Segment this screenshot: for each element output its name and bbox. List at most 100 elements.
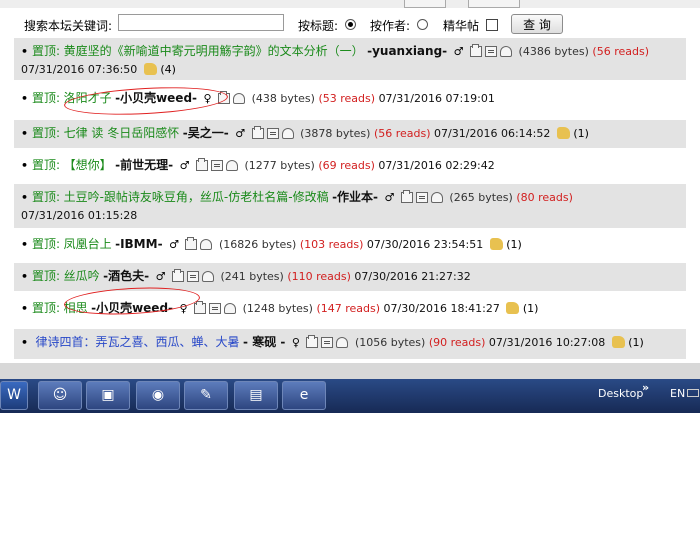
topic-author[interactable]: -吴之一- [183, 126, 229, 140]
topic-row: • 置顶: 黄庭坚的《新喻道中寄元明用觞字韵》的文本分析（一） -yuanxian… [14, 38, 686, 80]
like-count: (1) [506, 238, 522, 251]
topic-author[interactable]: -小贝壳weed- [115, 91, 197, 105]
folder-icon[interactable] [218, 91, 231, 104]
topic-row: • 置顶: 相思 -小贝壳weed- ♀ (1248 bytes) (147 re… [14, 295, 686, 325]
topic-row: • 置顶: 土豆吟-跟帖诗友咏豆角，丝瓜-仿老杜名篇-修改稿 -作业本- ♂ (2… [14, 184, 686, 228]
user-icon[interactable] [336, 337, 349, 348]
topic-date: 07/31/2016 07:19:01 [378, 92, 495, 105]
thumbs-up-icon[interactable] [556, 127, 570, 139]
gender-icon: ♂ [384, 191, 395, 204]
user-icon[interactable] [281, 128, 294, 139]
folder-icon[interactable] [251, 126, 264, 139]
user-icon[interactable] [224, 303, 237, 314]
document-icon[interactable] [415, 192, 428, 203]
folder-icon[interactable] [400, 190, 413, 203]
topic-author[interactable]: -作业本- [332, 190, 378, 204]
document-icon[interactable] [186, 271, 199, 282]
folder-icon[interactable] [195, 158, 208, 171]
desktop-toolbar-label[interactable]: Desktop [598, 387, 643, 400]
topic-reads: (69 reads) [318, 159, 375, 172]
by-author-radio[interactable] [417, 19, 428, 30]
topic-row: • 置顶: 凤凰台上 -IBMM- ♂ (16826 bytes) (103 re… [14, 231, 686, 259]
messenger-icon[interactable]: ☺ [38, 381, 82, 410]
keyboard-icon[interactable] [687, 389, 699, 397]
folder-icon[interactable] [185, 237, 198, 250]
topic-bytes: (3878 bytes) [300, 127, 371, 140]
topic-reads: (90 reads) [428, 336, 486, 349]
document-icon[interactable] [485, 46, 498, 57]
thumbs-up-icon[interactable] [506, 302, 520, 314]
topic-reads: (53 reads) [318, 92, 376, 105]
user-icon[interactable] [233, 93, 246, 104]
chevron-right-icon[interactable]: » [642, 381, 649, 394]
document-icon[interactable] [210, 160, 223, 171]
topic-title[interactable]: 七律 读 冬日岳阳感怀 [64, 126, 180, 140]
topic-reads: (56 reads) [592, 45, 650, 58]
topic-title[interactable]: 凤凰台上 [64, 237, 112, 251]
user-icon[interactable] [430, 192, 443, 203]
topic-reads: (110 reads) [287, 270, 351, 283]
folder-icon[interactable] [470, 44, 483, 57]
folder-icon[interactable]: ▤ [234, 381, 278, 410]
search-button[interactable]: 查 询 [511, 14, 563, 34]
topic-title[interactable]: 【想你】 [64, 158, 112, 172]
user-icon[interactable] [500, 46, 513, 57]
user-icon[interactable] [225, 160, 238, 171]
topic-bytes: (265 bytes) [449, 191, 513, 204]
user-icon[interactable] [200, 239, 213, 250]
go-button-partial[interactable] [468, 0, 520, 8]
pin-label: 置顶: [32, 91, 61, 105]
folder-icon[interactable] [306, 335, 319, 348]
thumbs-up-icon[interactable] [489, 238, 503, 250]
pin-label: 置顶: [32, 190, 61, 204]
gender-icon: ♂ [169, 238, 179, 251]
topic-title[interactable]: 黄庭坚的《新喻道中寄元明用觞字韵》的文本分析（一） [64, 44, 364, 58]
gender-icon: ♂ [453, 45, 464, 58]
ie-icon[interactable]: e [282, 381, 326, 410]
page-input-partial[interactable] [404, 0, 446, 8]
media-player-icon[interactable]: ◉ [136, 381, 180, 410]
document-icon[interactable] [266, 128, 279, 139]
featured-checkbox[interactable] [486, 19, 498, 31]
topic-author[interactable]: -小贝壳weed- [91, 301, 173, 315]
search-input[interactable] [118, 14, 284, 31]
thumbs-up-icon[interactable] [143, 63, 157, 75]
topic-bytes: (241 bytes) [220, 270, 284, 283]
gender-icon: ♀ [179, 302, 188, 315]
topic-bytes: (438 bytes) [251, 92, 315, 105]
featured-label: 精华帖 [443, 19, 480, 33]
topic-row: • 律诗四首：弄瓦之喜、西瓜、蝉、大暑 - 寒砚 - ♀ (1056 bytes… [14, 329, 686, 359]
document-icon[interactable] [321, 337, 334, 348]
gender-icon: ♀ [291, 336, 300, 349]
topic-author[interactable]: -酒色夫- [103, 269, 149, 283]
folder-icon[interactable] [171, 269, 184, 282]
pin-label: 置顶: [32, 269, 61, 283]
gender-icon: ♀ [203, 92, 212, 105]
thumbs-up-icon[interactable] [611, 336, 625, 348]
document-icon[interactable] [209, 303, 222, 314]
top-strip [0, 0, 700, 8]
topic-reads: (103 reads) [299, 238, 364, 251]
topic-title[interactable]: 律诗四首：弄瓦之喜、西瓜、蝉、大暑 [36, 335, 240, 349]
user-icon[interactable] [201, 271, 214, 282]
topic-author[interactable]: - 寒砚 - [243, 335, 285, 349]
pin-label: 置顶: [32, 158, 61, 172]
topic-author[interactable]: -IBMM- [115, 237, 162, 251]
word-icon[interactable]: W [0, 381, 28, 410]
by-title-radio[interactable] [345, 19, 356, 30]
gender-icon: ♂ [235, 127, 246, 140]
topic-reads: (147 reads) [316, 302, 381, 315]
computer-icon[interactable]: ▣ [86, 381, 130, 410]
topic-date: 07/30/2016 18:41:27 [383, 302, 500, 315]
topic-title[interactable]: 相思 [64, 301, 88, 315]
topic-title[interactable]: 洛阳才子 [64, 91, 112, 105]
language-indicator[interactable]: EN [670, 387, 685, 400]
topic-title[interactable]: 土豆吟-跟帖诗友咏豆角，丝瓜-仿老杜名篇-修改稿 [64, 190, 329, 204]
topic-author[interactable]: -yuanxiang- [367, 44, 447, 58]
folder-icon[interactable] [194, 301, 207, 314]
pin-label: 置顶: [32, 126, 61, 140]
topic-author[interactable]: -前世无理- [115, 158, 173, 172]
paint-icon[interactable]: ✎ [184, 381, 228, 410]
topic-bytes: (1248 bytes) [242, 302, 313, 315]
topic-title[interactable]: 丝瓜吟 [64, 269, 100, 283]
